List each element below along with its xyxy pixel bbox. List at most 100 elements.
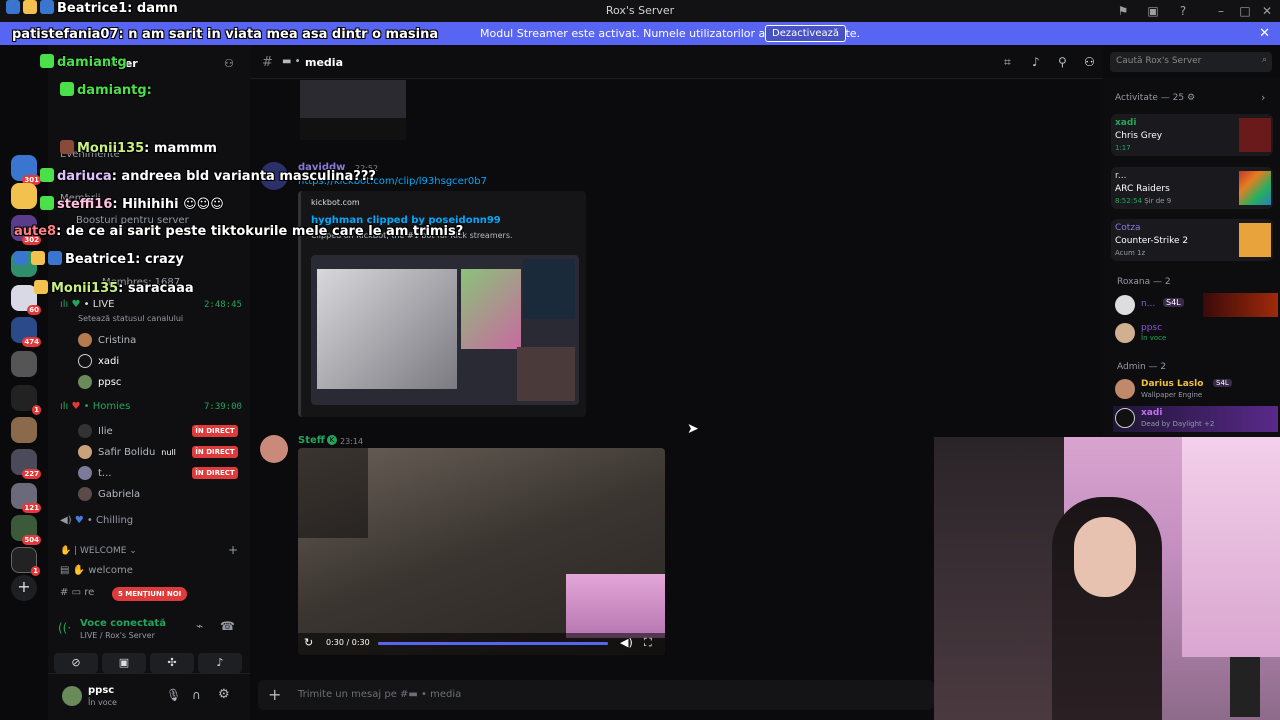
voice-panel: ((· Voce conectată LIVE / Rox's Server ⌁… [54, 613, 244, 675]
voice-user[interactable]: Cristina [78, 333, 136, 347]
activity-meta: 8:52:54 Șir de 9 [1115, 197, 1172, 205]
pin-icon[interactable]: ⚲ [1058, 55, 1067, 69]
wave-icon: ✋ [72, 565, 86, 576]
member-list-icon[interactable]: ⚇ [1084, 55, 1095, 69]
voice-channel-live[interactable]: ılı ♥ • LIVE [60, 299, 114, 310]
voice-user[interactable]: Safir Bolidu null [78, 445, 176, 459]
activity-title: ARC Raiders [1115, 184, 1170, 194]
headphones-icon[interactable]: ∩ [192, 688, 201, 702]
avatar [78, 354, 92, 368]
chevron-right-icon[interactable]: › [1261, 91, 1265, 104]
stream-chat-overlay: Beatrice1: damn patistefania07: n am sar… [0, 0, 540, 300]
member-name: n... [1141, 299, 1156, 309]
voice-user[interactable]: ppsc [78, 375, 121, 389]
member-row[interactable]: Darius Laslo S4L Wallpaper Engine [1113, 377, 1278, 403]
activity-card[interactable]: r... ARC Raiders 8:52:54 Șir de 9 [1111, 167, 1273, 209]
add-server-icon[interactable]: + [11, 575, 37, 601]
add-attachment-icon[interactable]: + [268, 685, 281, 704]
avatar [1115, 379, 1135, 399]
inbox-icon[interactable]: ⚑ [1116, 4, 1130, 18]
notifications-icon[interactable]: ♪ [1032, 55, 1040, 69]
voice-channel-chilling[interactable]: ◀) ♥ • Chilling [60, 515, 133, 526]
user-panel: ppsc În voce 🎙 ∩ ⚙ [48, 673, 250, 720]
voice-user[interactable]: Ilie [78, 424, 113, 438]
activity-card[interactable]: xadi Chris Grey 1:17 [1111, 114, 1273, 156]
threads-icon[interactable]: ⌗ [1004, 55, 1011, 70]
user-name[interactable]: ppsc [88, 685, 114, 696]
replay-icon[interactable]: ↻ [304, 636, 313, 649]
badge-icon [6, 0, 20, 14]
server-icon[interactable]: 504 [11, 515, 41, 545]
download-icon[interactable]: ▣ [1146, 4, 1160, 18]
live-badge: ÎN DIRECT [192, 446, 238, 458]
camera-off-button[interactable]: ⊘ [54, 653, 98, 673]
video-webcam [566, 574, 665, 638]
voice-user[interactable]: xadi [78, 354, 119, 368]
wave-icon: ✋ [60, 546, 72, 556]
avatar[interactable] [260, 435, 288, 463]
server-icon[interactable]: 1 [11, 547, 40, 576]
help-icon[interactable]: ? [1176, 4, 1190, 18]
live-badge: ÎN DIRECT [192, 425, 238, 437]
server-icon[interactable]: 227 [11, 449, 41, 479]
speaker-icon: ◀) [60, 515, 72, 526]
message-composer[interactable]: + Trimite un mesaj pe #▬ • media [258, 680, 934, 710]
activity-user: xadi [1115, 118, 1137, 128]
server-icon[interactable]: 474 [11, 317, 41, 347]
member-row[interactable]: n... S4L [1113, 293, 1278, 319]
member-name: Darius Laslo [1141, 379, 1204, 389]
channel-re[interactable]: # ▭ re [60, 587, 94, 598]
member-list: Activitate — 25 ⚙ › xadi Chris Grey 1:17… [1103, 79, 1280, 437]
server-icon[interactable] [11, 351, 37, 377]
avatar[interactable] [62, 686, 82, 706]
voice-user[interactable]: t... [78, 466, 111, 480]
mic-icon[interactable]: 🎙 [166, 688, 181, 702]
server-icon[interactable]: 121 [11, 483, 41, 513]
screen-share-button[interactable]: ▣ [102, 653, 146, 673]
maximize-icon[interactable]: □ [1238, 4, 1252, 18]
voice-channel-homies[interactable]: ılı ♥ • Homies [60, 401, 130, 412]
noise-icon[interactable]: ⌁ [196, 619, 203, 633]
member-row[interactable]: ppsc În voce [1113, 321, 1278, 347]
settings-icon[interactable]: ⚙ [1187, 93, 1195, 103]
search-input[interactable]: Caută Rox's Server ⌕ [1110, 52, 1272, 72]
settings-icon[interactable]: ⚙ [218, 687, 230, 702]
minimize-icon[interactable]: – [1214, 4, 1228, 18]
status-hint[interactable]: Setează statusul canalului [78, 314, 183, 323]
channel-welcome[interactable]: ▤ ✋ welcome [60, 565, 133, 576]
fullscreen-icon[interactable]: ⛶ [644, 636, 652, 650]
role-icon: K [327, 435, 337, 445]
activity-art [1239, 118, 1271, 152]
activity-title: Chris Grey [1115, 131, 1163, 141]
disconnect-icon[interactable]: ☎ [220, 619, 235, 633]
member-banner [1203, 293, 1278, 317]
media-icon: ▬ [408, 689, 418, 700]
message-author[interactable]: Steff [298, 435, 325, 446]
activity-card[interactable]: Cotza Counter-Strike 2 Acum 1z [1111, 219, 1273, 261]
activities-button[interactable]: ✣ [150, 653, 194, 673]
avatar [78, 375, 92, 389]
voice-location[interactable]: LIVE / Rox's Server [80, 631, 155, 640]
voice-user[interactable]: Gabriela [78, 487, 140, 501]
video-player[interactable]: ↻ 0:30 / 0:30 ◀) ⛶ [298, 448, 665, 655]
server-icon[interactable] [11, 417, 37, 443]
chat-line: Monii135: saracaaa [34, 280, 194, 296]
server-icon[interactable]: 1 [11, 385, 41, 415]
soundboard-button[interactable]: ♪ [198, 653, 242, 673]
video-progress-track[interactable] [378, 642, 608, 645]
badge-icon [48, 251, 62, 265]
mouse-cursor-icon: ➤ [687, 421, 699, 437]
volume-icon[interactable]: ◀) [620, 636, 633, 649]
voice-status[interactable]: Voce conectată [80, 618, 166, 629]
rules-icon: ▤ [60, 565, 70, 576]
disable-streamer-button[interactable]: Dezactivează [765, 25, 847, 42]
close-banner-icon[interactable]: ✕ [1259, 26, 1270, 41]
new-mentions-pill[interactable]: 5 MENȚIUNI NOI [112, 587, 188, 601]
close-window-icon[interactable]: ✕ [1260, 4, 1274, 18]
search-icon: ⌕ [1261, 55, 1267, 65]
category-welcome[interactable]: ✋ | WELCOME ⌄ [60, 546, 137, 556]
member-row[interactable]: xadi Dead by Daylight +2 [1113, 406, 1278, 432]
chat-line: patistefania07: n am sarit in viata mea … [12, 27, 439, 42]
live-timer: 2:48:45 [204, 300, 242, 310]
add-channel-icon[interactable]: + [228, 543, 238, 557]
